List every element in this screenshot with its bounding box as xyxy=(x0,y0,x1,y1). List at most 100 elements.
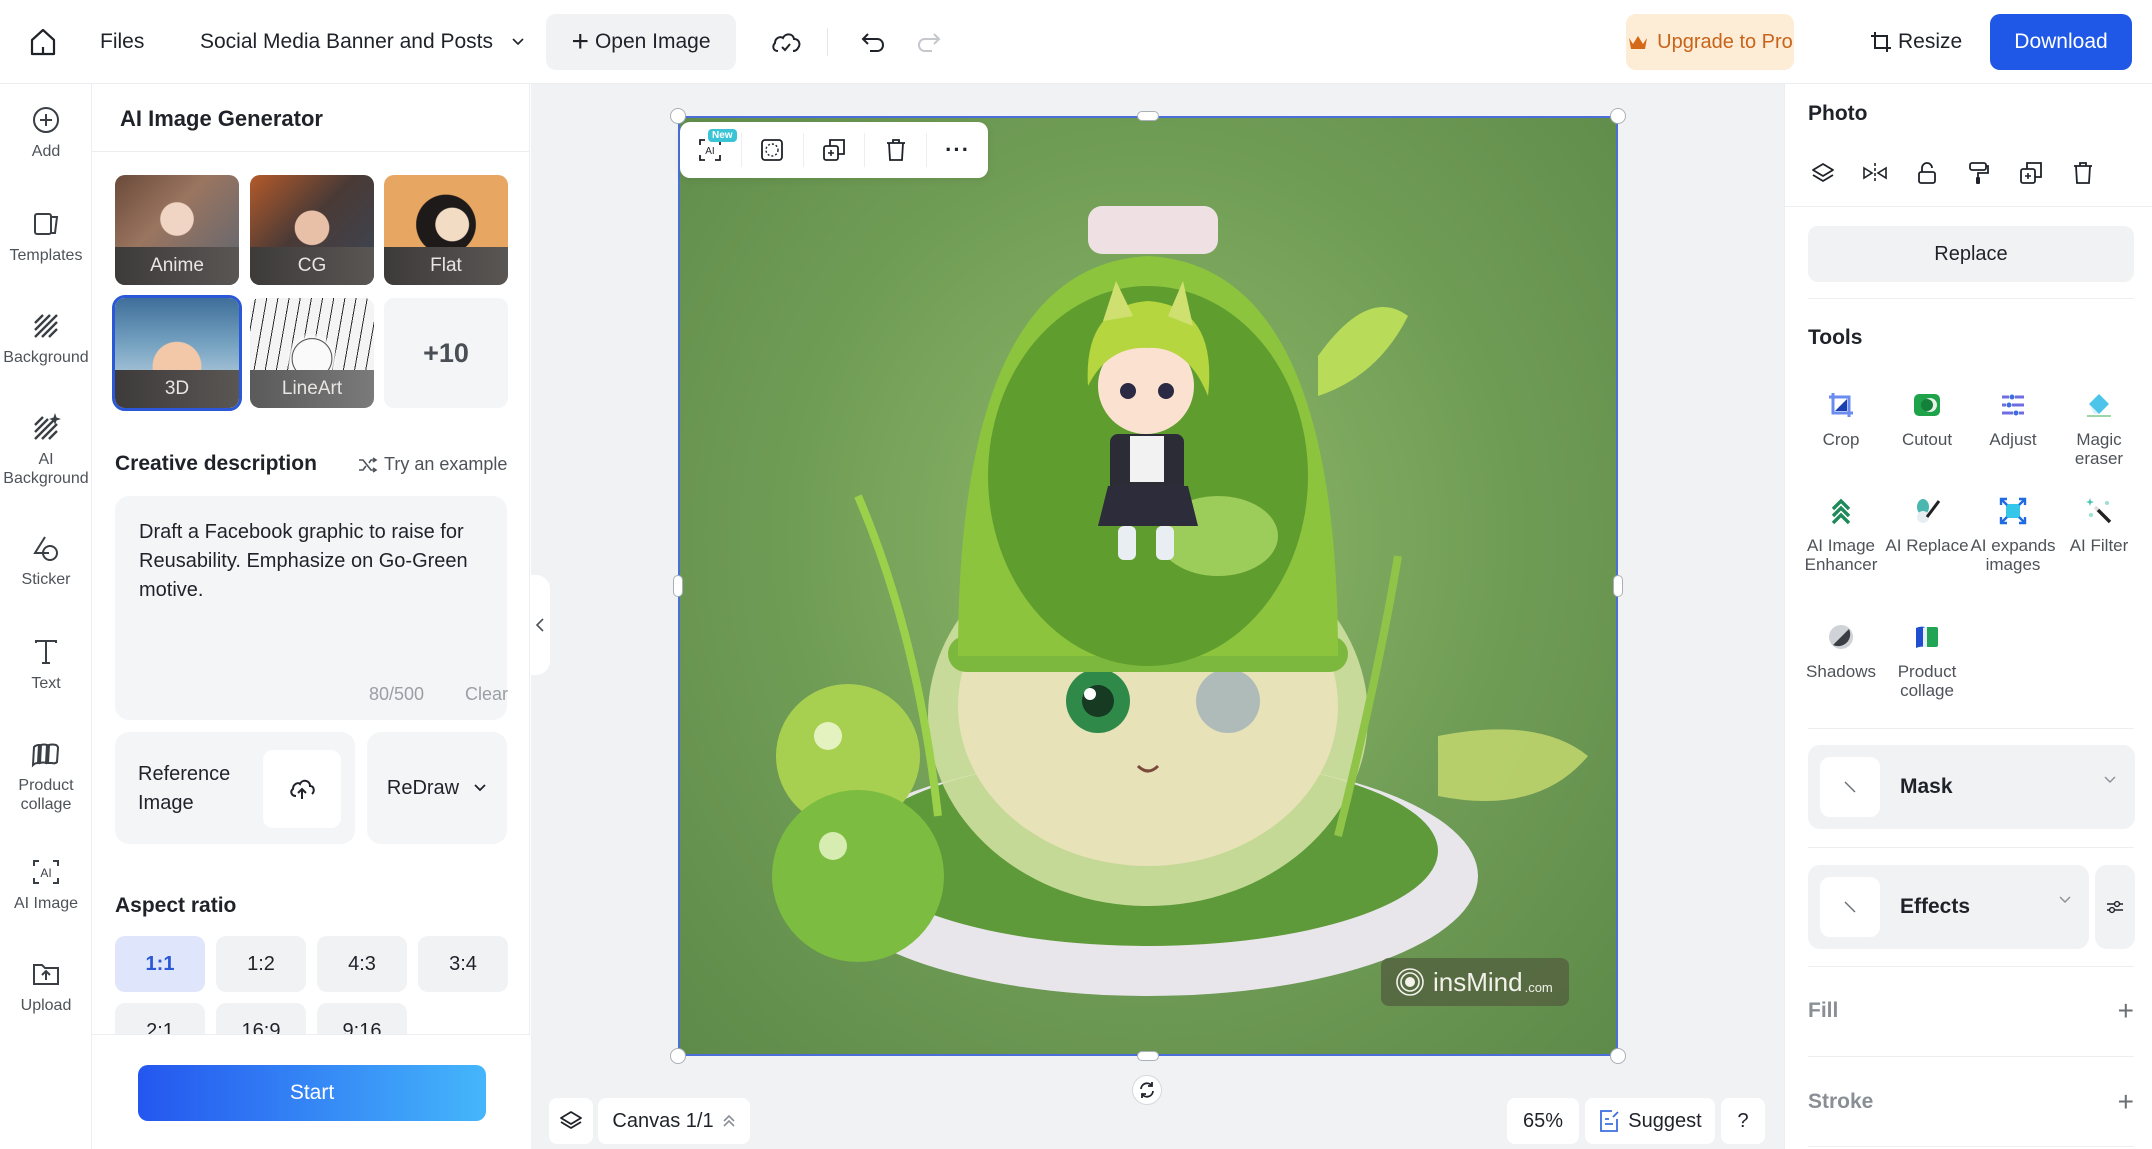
product-collage-color-icon xyxy=(1912,622,1942,652)
layers-icon xyxy=(560,1111,582,1129)
nav-item-product-collage[interactable]: Product collage xyxy=(0,738,92,814)
clear-button[interactable]: Clear xyxy=(465,684,508,705)
tool-adjust[interactable]: Adjust xyxy=(1967,390,2059,449)
duplicate-icon xyxy=(823,139,845,161)
nav-item-background[interactable]: Background xyxy=(0,310,92,367)
tool-ai-expands-images[interactable]: AI expands images xyxy=(1967,496,2059,574)
download-button[interactable]: Download xyxy=(1990,14,2132,70)
open-image-button[interactable]: + Open Image xyxy=(546,14,736,70)
resize-handle-top[interactable] xyxy=(1137,111,1159,121)
more-styles-button[interactable]: +10 xyxy=(384,298,508,408)
help-button[interactable]: ? xyxy=(1721,1098,1765,1144)
style-tile-cg[interactable]: CG xyxy=(250,175,374,285)
character-count: 80/500 xyxy=(369,684,425,704)
tool-shadows[interactable]: Shadows xyxy=(1795,622,1887,681)
stroke-row: Stroke + xyxy=(1808,1082,2134,1122)
tool-magic-eraser[interactable]: Magic eraser xyxy=(2053,390,2145,468)
nav-item-upload[interactable]: Upload xyxy=(0,958,92,1015)
shadows-icon xyxy=(1826,622,1856,652)
style-tile-flat[interactable]: Flat xyxy=(384,175,508,285)
collapse-panel-button[interactable] xyxy=(530,575,550,675)
style-tile-lineart[interactable]: LineArt xyxy=(250,298,374,408)
duplicate-button[interactable] xyxy=(804,122,865,178)
nav-item-text[interactable]: Text xyxy=(0,636,92,693)
document-name-dropdown[interactable]: Social Media Banner and Posts xyxy=(200,0,525,84)
effects-label: Effects xyxy=(1900,895,1971,918)
nav-label: Templates xyxy=(9,247,83,264)
generated-image[interactable]: insMind .com xyxy=(678,116,1618,1056)
nav-label: Text xyxy=(31,675,61,692)
layers-button[interactable] xyxy=(549,1098,593,1144)
redraw-dropdown[interactable]: ReDraw xyxy=(367,732,507,844)
aspect-ratio-1-2[interactable]: 1:2 xyxy=(216,936,306,992)
style-label: Anime xyxy=(115,247,239,285)
resize-button[interactable]: Resize xyxy=(1870,0,1962,84)
flip-button[interactable] xyxy=(1860,158,1890,188)
canvas-pager[interactable]: Canvas 1/1 xyxy=(598,1098,750,1144)
reference-upload-button[interactable] xyxy=(263,750,341,828)
suggest-button[interactable]: Suggest xyxy=(1585,1098,1715,1144)
tool-label: Crop xyxy=(1822,430,1860,449)
watermark-suffix: .com xyxy=(1524,979,1553,995)
tool-ai-replace[interactable]: AI Replace xyxy=(1881,496,1973,555)
mask-preview xyxy=(1820,757,1880,817)
tool-ai-filter[interactable]: AI Filter xyxy=(2053,496,2145,555)
style-tile-3d[interactable]: 3D xyxy=(112,295,242,411)
description-textarea[interactable]: Draft a Facebook graphic to raise for Re… xyxy=(115,496,508,720)
nav-item-sticker[interactable]: Sticker xyxy=(0,532,92,589)
crown-icon xyxy=(1629,36,1648,49)
effects-settings-button[interactable] xyxy=(2095,865,2135,949)
ai-detect-button[interactable]: AI New xyxy=(680,122,741,178)
copy-style-button[interactable] xyxy=(1964,158,1994,188)
description-text[interactable]: Draft a Facebook graphic to raise for Re… xyxy=(139,518,489,605)
resize-handle-bottom-left[interactable] xyxy=(670,1048,686,1064)
mask-dropdown[interactable]: Mask xyxy=(1808,745,2135,829)
tool-cutout[interactable]: Cutout xyxy=(1881,390,1973,449)
select-area-button[interactable] xyxy=(742,122,803,178)
resize-handle-top-right[interactable] xyxy=(1610,108,1626,124)
try-example-button[interactable]: Try an example xyxy=(358,454,507,475)
resize-handle-bottom[interactable] xyxy=(1137,1051,1159,1061)
cloud-upload-icon xyxy=(290,779,315,799)
enhancer-icon xyxy=(1826,496,1856,526)
upgrade-to-pro-button[interactable]: Upgrade to Pro xyxy=(1626,14,1794,70)
zoom-level-button[interactable]: 65% xyxy=(1507,1098,1579,1144)
effects-dropdown[interactable]: Effects xyxy=(1808,865,2089,949)
style-tile-anime[interactable]: Anime xyxy=(115,175,239,285)
lock-button[interactable] xyxy=(1912,158,1942,188)
tool-crop[interactable]: Crop xyxy=(1795,390,1887,449)
aspect-ratio-3-4[interactable]: 3:4 xyxy=(418,936,508,992)
canvas-scrollbar[interactable] xyxy=(1768,90,1778,1140)
insmind-watermark: insMind .com xyxy=(1381,958,1569,1006)
redo-icon xyxy=(917,33,941,52)
add-stroke-button[interactable]: + xyxy=(2118,1086,2134,1118)
layer-order-button[interactable] xyxy=(1808,158,1838,188)
delete-button[interactable] xyxy=(2068,158,2098,188)
start-button[interactable]: Start xyxy=(138,1065,486,1121)
undo-button[interactable] xyxy=(856,0,890,84)
creative-description-title: Creative description xyxy=(115,452,317,475)
tool-ai-image-enhancer[interactable]: AI Image Enhancer xyxy=(1795,496,1887,574)
nav-item-templates[interactable]: Templates xyxy=(0,208,92,265)
files-link[interactable]: Files xyxy=(100,0,144,84)
tool-product-collage[interactable]: Product collage xyxy=(1881,622,1973,700)
aspect-ratio-1-1[interactable]: 1:1 xyxy=(115,936,205,992)
magic-eraser-icon xyxy=(2084,390,2114,420)
nav-item-ai-image[interactable]: AI AI Image xyxy=(0,856,92,913)
rotate-handle[interactable] xyxy=(1132,1075,1162,1105)
more-options-button[interactable]: ··· xyxy=(927,122,988,178)
nav-item-add[interactable]: Add xyxy=(0,104,92,161)
cloud-saved-button[interactable] xyxy=(766,0,806,84)
redo-button[interactable] xyxy=(912,0,946,84)
resize-handle-right[interactable] xyxy=(1613,575,1623,597)
divider xyxy=(1808,1146,2134,1147)
home-button[interactable] xyxy=(26,0,60,84)
aspect-ratio-4-3[interactable]: 4:3 xyxy=(317,936,407,992)
add-fill-button[interactable]: + xyxy=(2118,995,2134,1027)
nav-item-ai-background[interactable]: AI Background xyxy=(0,412,92,488)
duplicate-button[interactable] xyxy=(2016,158,2046,188)
delete-button[interactable] xyxy=(865,122,926,178)
resize-handle-left[interactable] xyxy=(673,575,683,597)
resize-handle-bottom-right[interactable] xyxy=(1610,1048,1626,1064)
replace-button[interactable]: Replace xyxy=(1808,226,2134,282)
